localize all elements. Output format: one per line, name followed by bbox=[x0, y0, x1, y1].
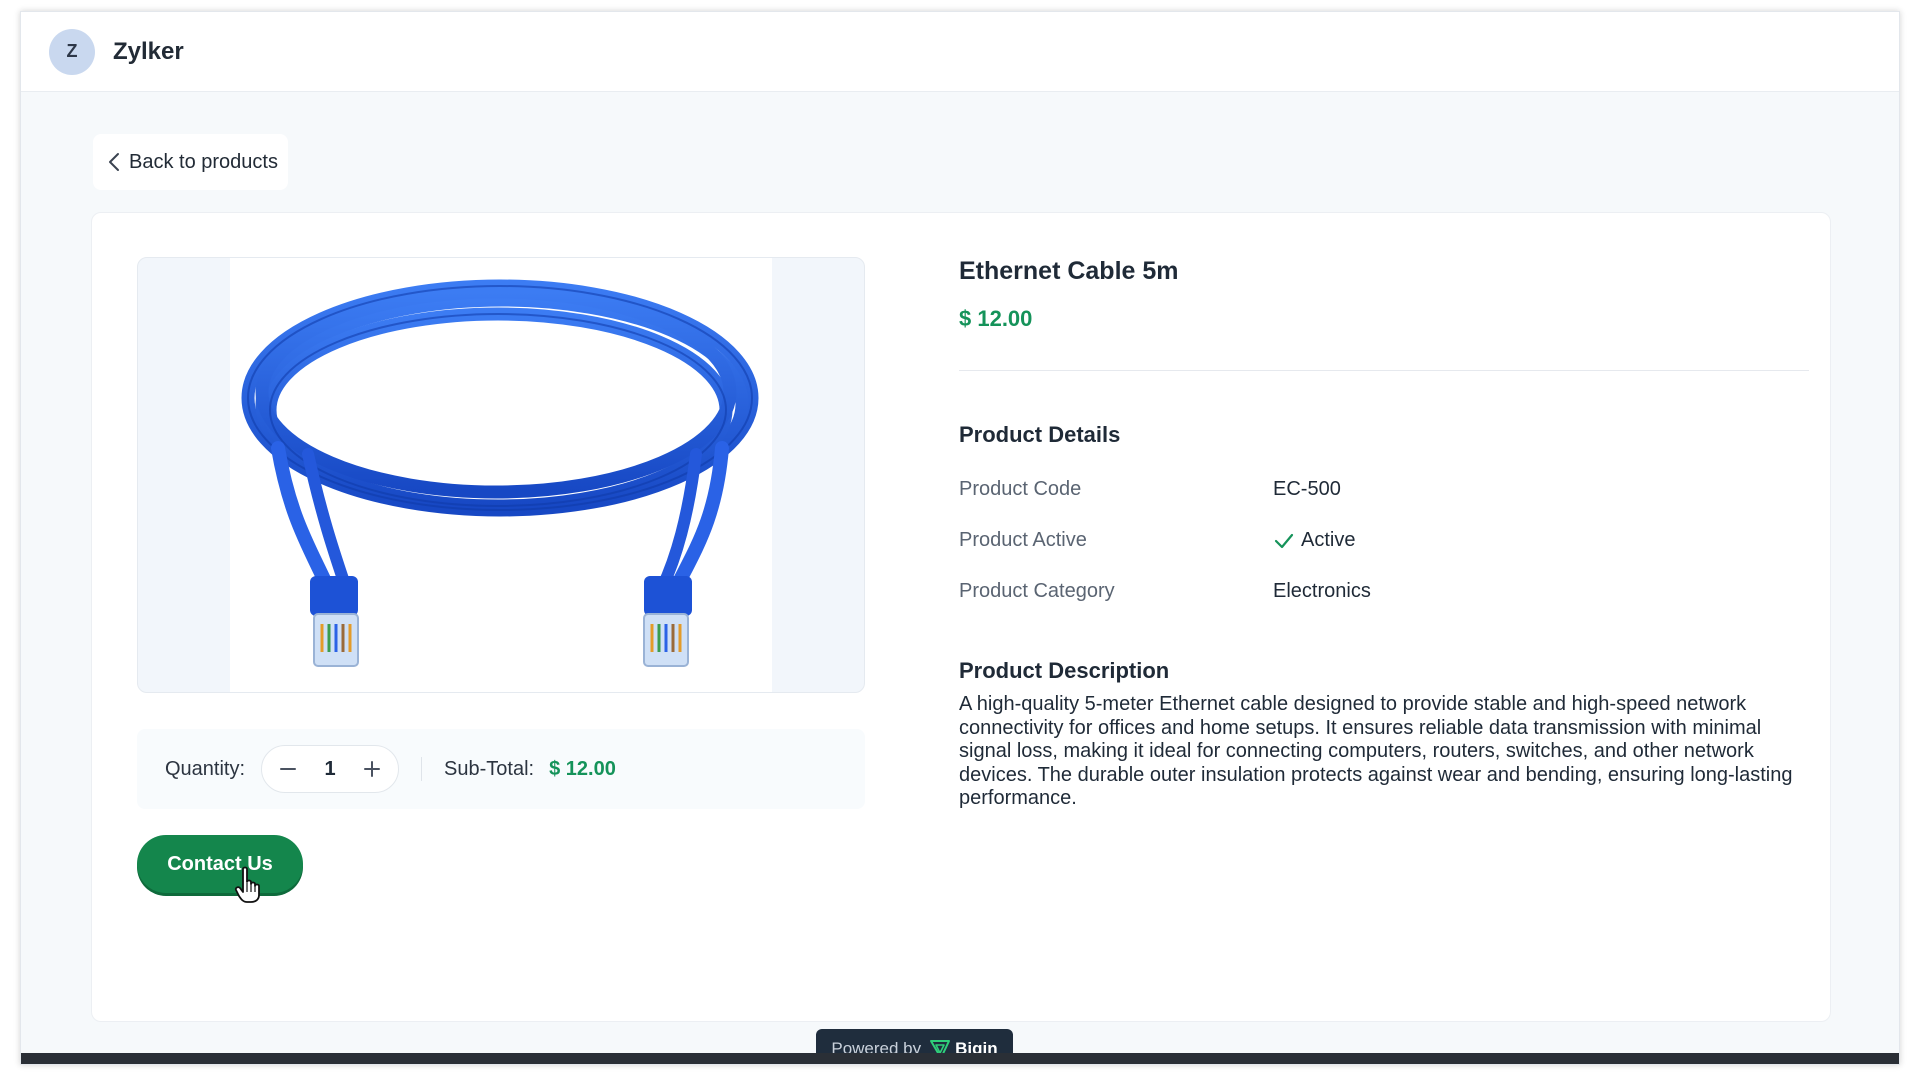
subtotal-value: $ 12.00 bbox=[549, 757, 616, 780]
product-image-frame bbox=[137, 257, 865, 693]
product-details-heading: Product Details bbox=[959, 422, 1121, 447]
divider bbox=[959, 370, 1809, 371]
company-avatar: Z bbox=[49, 28, 95, 75]
product-category-value: Electronics bbox=[1273, 580, 1371, 602]
product-category-label: Product Category bbox=[959, 580, 1115, 602]
plus-icon bbox=[364, 761, 381, 777]
product-description-heading: Product Description bbox=[959, 658, 1170, 683]
product-code-value: EC-500 bbox=[1273, 478, 1341, 500]
back-link-label: Back to products bbox=[129, 150, 278, 173]
product-code-label: Product Code bbox=[959, 478, 1082, 500]
divider bbox=[421, 757, 423, 781]
company-name: Zylker bbox=[113, 37, 184, 65]
product-price: $ 12.00 bbox=[959, 306, 1033, 331]
subtotal-label: Sub-Total: bbox=[444, 757, 535, 780]
back-to-products-link[interactable]: Back to products bbox=[93, 134, 288, 190]
minus-icon bbox=[280, 768, 297, 770]
product-title: Ethernet Cable 5m bbox=[959, 257, 1179, 285]
product-active-label: Product Active bbox=[959, 529, 1087, 551]
product-active-value: Active bbox=[1273, 529, 1355, 552]
quantity-value[interactable]: 1 bbox=[324, 758, 335, 781]
quantity-label: Quantity: bbox=[165, 757, 246, 780]
product-active-text: Active bbox=[1301, 529, 1356, 551]
chevron-left-icon bbox=[109, 153, 119, 171]
decrease-quantity-button[interactable] bbox=[276, 757, 300, 781]
contact-us-button[interactable]: Contact Us bbox=[137, 835, 303, 893]
portal-header: Z Zylker bbox=[21, 12, 1899, 92]
product-image bbox=[230, 258, 772, 692]
product-card: Quantity: 1 Sub-Total: $ 12.00 Contact U… bbox=[91, 212, 1831, 1022]
hand-pointer-icon bbox=[234, 866, 260, 903]
browser-window: Z Zylker Back to products Quantity: 1 Su… bbox=[20, 11, 1900, 1065]
product-description-text: A high-quality 5-meter Ethernet cable de… bbox=[959, 693, 1793, 809]
window-bottom-bar bbox=[21, 1053, 1899, 1064]
ethernet-cable-illustration bbox=[241, 279, 759, 667]
check-icon bbox=[1274, 533, 1294, 548]
quantity-row: Quantity: 1 Sub-Total: $ 12.00 bbox=[137, 729, 865, 809]
increase-quantity-button[interactable] bbox=[360, 757, 384, 781]
quantity-stepper: 1 bbox=[261, 745, 400, 793]
